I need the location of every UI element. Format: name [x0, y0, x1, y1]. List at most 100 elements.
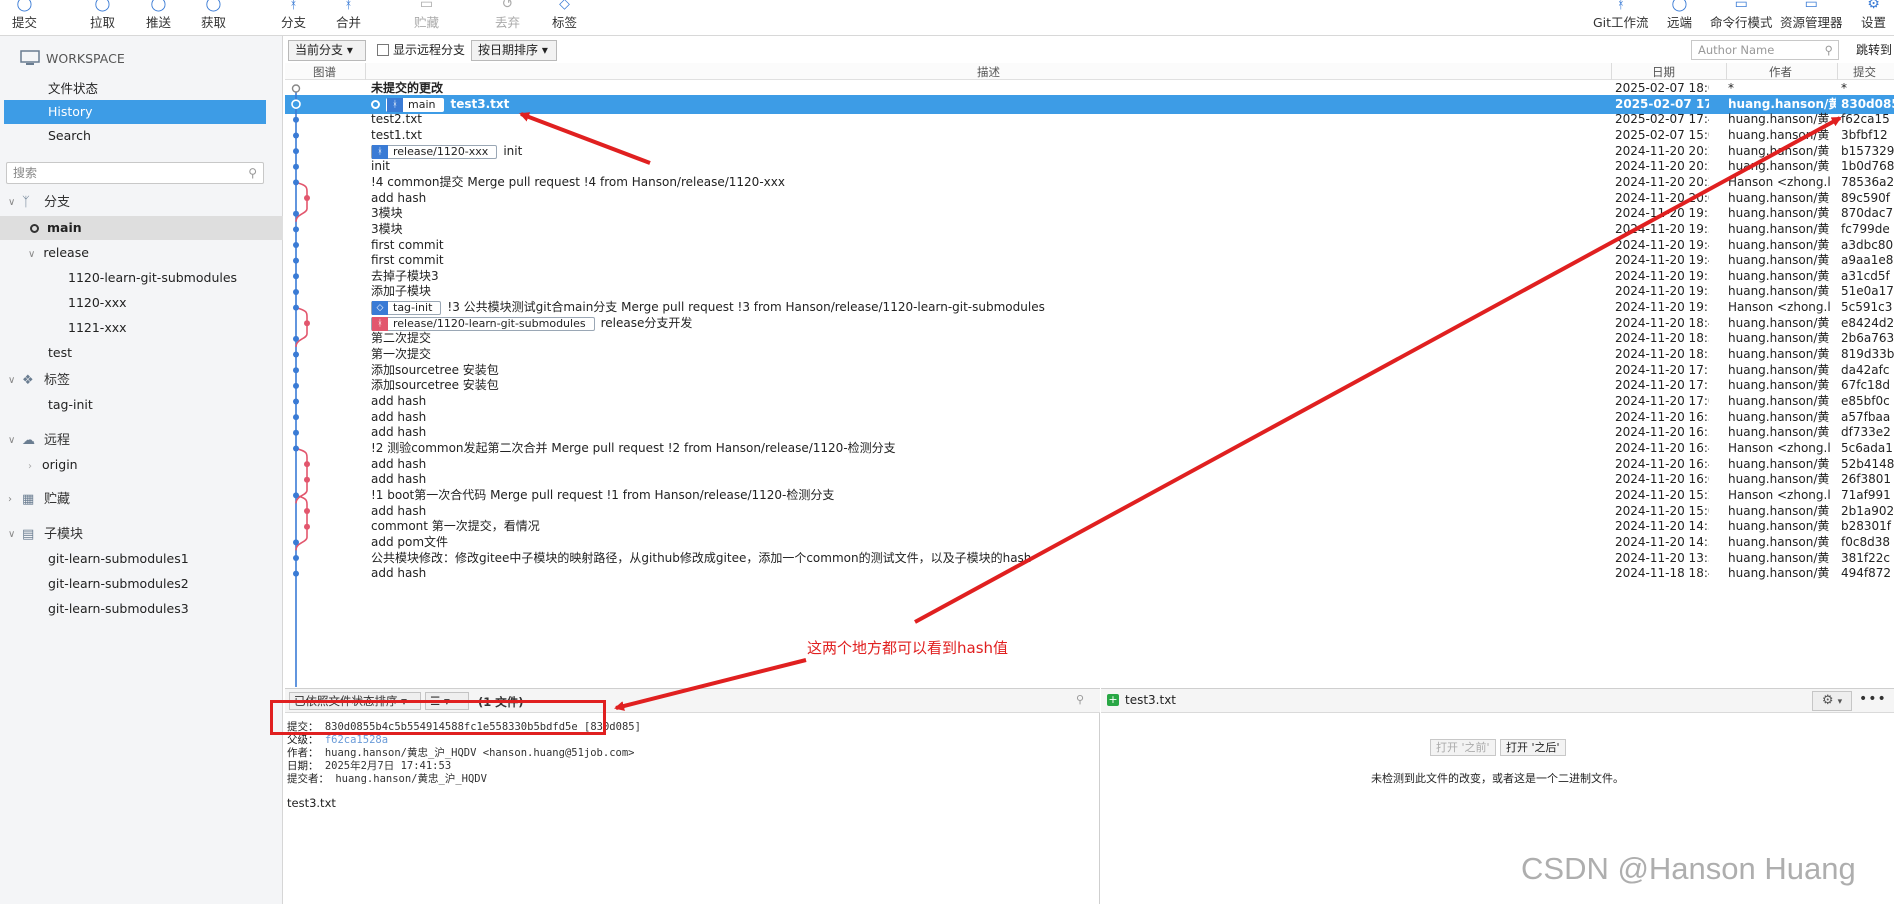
commit-list-header: 图谱 描述 日期 作者 提交: [285, 63, 1894, 80]
section-remotes[interactable]: ∨ ☁ 远程: [8, 429, 70, 453]
toolbar-button-explorer[interactable]: ▭ 资源管理器: [1780, 0, 1843, 36]
search-icon: ⚲: [248, 166, 257, 180]
diff-file-name: test3.txt: [1125, 693, 1177, 707]
sort-order-select[interactable]: 按日期排序 ▾: [471, 40, 557, 61]
commit-row[interactable]: add hash 2024-11-18 18:45 huang.hanson/黄 49…: [285, 564, 1894, 583]
column-divider[interactable]: [1837, 63, 1838, 80]
workspace-header: WORKSPACE: [20, 48, 125, 68]
toolbar-button-fetch[interactable]: ◯ 获取: [201, 0, 226, 36]
toolbar-button-terminal[interactable]: ▭ 命令行模式: [1710, 0, 1773, 36]
graph-node: [304, 523, 310, 530]
branch-item-main[interactable]: main: [0, 216, 283, 240]
graph-node: [293, 492, 299, 499]
committer-value: huang.hanson/黄忠_沪_HQDV: [335, 773, 487, 785]
section-stash[interactable]: › ▦ 贮藏: [8, 488, 70, 512]
settings-icon: ⚙: [1867, 0, 1880, 12]
open-before-button[interactable]: 打开 '之前': [1430, 739, 1496, 756]
chevron-right-icon: ›: [28, 461, 32, 472]
column-commit[interactable]: 提交: [1853, 64, 1876, 80]
graph-node: [293, 116, 299, 123]
toolbar-button-branch[interactable]: ᚼ 分支: [281, 0, 306, 36]
chevron-down-icon: ∨: [8, 197, 16, 208]
more-options-icon[interactable]: •••: [1859, 691, 1887, 707]
graph-node: [293, 414, 299, 421]
search-icon[interactable]: ⚲: [1076, 693, 1084, 706]
graph-node: [293, 351, 299, 358]
commit-list: 未提交的更改2025-02-07 18:08**ᚼmaintest3.txt20…: [285, 81, 1894, 687]
graph-node-uncommitted: [291, 84, 301, 93]
sidebar-search-input[interactable]: 搜索 ⚲: [6, 162, 264, 184]
open-after-button[interactable]: 打开 '之后': [1500, 739, 1566, 756]
section-submodules[interactable]: ∨ ▤ 子模块: [8, 523, 83, 547]
author-filter-input[interactable]: Author Name ⚲: [1691, 40, 1839, 60]
toolbar-button-merge[interactable]: ᚼ 合并: [336, 0, 361, 36]
column-author[interactable]: 作者: [1769, 64, 1792, 80]
branch-item-test[interactable]: test: [0, 341, 283, 365]
commit-hash: 494f872: [1841, 566, 1892, 580]
current-branch-icon: [30, 224, 39, 233]
cloud-icon: ☁: [22, 433, 35, 448]
chevron-down-icon: ∨: [8, 435, 16, 446]
chevron-down-icon: ▾: [541, 43, 548, 57]
toolbar-button-stash[interactable]: ▭ 贮藏: [414, 0, 439, 36]
branch-filter-select[interactable]: 当前分支 ▾: [288, 40, 366, 61]
section-tags[interactable]: ∨ ❖ 标签: [8, 369, 70, 393]
column-graph[interactable]: 图谱: [313, 64, 336, 80]
toolbar-button-tag[interactable]: ◇ 标签: [552, 0, 577, 36]
toolbar-button-settings[interactable]: ⚙ 设置: [1861, 0, 1886, 36]
toolbar-button-commit[interactable]: ◯ 提交: [12, 0, 37, 36]
toolbar-button-push[interactable]: ◯ 推送: [146, 0, 171, 36]
toolbar-button-gitflow[interactable]: ᚼ Git工作流: [1593, 0, 1649, 36]
show-remote-label: 显示远程分支: [393, 43, 466, 57]
toolbar-button-label: 获取: [201, 15, 227, 30]
jump-to-label[interactable]: 跳转到: [1856, 41, 1892, 58]
toolbar-button-pull[interactable]: ◯ 拉取: [90, 0, 115, 36]
chevron-down-icon: ∨: [28, 249, 36, 260]
graph-node: [293, 555, 299, 561]
ref-label[interactable]: ◇ tag-init: [371, 300, 442, 315]
toolbar-button-remote[interactable]: ◯ 远端: [1667, 0, 1692, 36]
commit-message: test3.txt: [287, 796, 336, 810]
graph-node: [304, 461, 310, 468]
show-remote-checkbox[interactable]: 显示远程分支: [377, 40, 465, 61]
graph-node: [293, 570, 299, 577]
sidebar-search-placeholder: 搜索: [13, 166, 38, 180]
remote-item-origin[interactable]: › origin: [0, 453, 283, 477]
submodule-item-3[interactable]: git-learn-submodules3: [0, 597, 283, 621]
monitor-icon: [20, 50, 40, 65]
gear-icon[interactable]: ⚙ ▾: [1812, 691, 1852, 711]
submodule-item-1[interactable]: git-learn-submodules1: [0, 547, 283, 571]
graph-node: [304, 320, 310, 327]
ref-label-text: tag-init: [393, 300, 433, 314]
chevron-down-icon: ∨: [8, 375, 16, 386]
column-description[interactable]: 描述: [977, 64, 1000, 80]
column-divider[interactable]: [1611, 63, 1612, 80]
graph-node: [293, 398, 299, 405]
column-divider[interactable]: [365, 63, 366, 80]
branch-item-1120-xxx[interactable]: 1120-xxx: [0, 291, 283, 315]
stash-icon: ▦: [22, 492, 35, 507]
head-indicator-icon: [371, 100, 380, 109]
sidebar-item-history[interactable]: History: [4, 100, 266, 124]
graph-node: [293, 367, 299, 374]
graph-node: [304, 476, 310, 483]
branch-icon: ᛉ: [22, 195, 30, 210]
graph-node: [293, 210, 299, 217]
branch-item-1121-xxx[interactable]: 1121-xxx: [0, 316, 283, 340]
column-divider[interactable]: [1726, 63, 1727, 80]
branch-filter-value: 当前分支: [295, 43, 344, 57]
commit-message-text: add hash: [371, 566, 427, 580]
remote-label: origin: [42, 457, 78, 472]
annotation-text: 这两个地方都可以看到hash值: [807, 639, 1009, 657]
section-branches[interactable]: ∨ ᛉ 分支: [8, 191, 70, 215]
sidebar-item-file-status[interactable]: 文件状态: [4, 77, 266, 101]
graph-node: [293, 132, 299, 139]
tag-item-tag-init[interactable]: tag-init: [0, 393, 283, 417]
toolbar-button-discard[interactable]: ↺ 丢弃: [495, 0, 520, 36]
submodule-item-2[interactable]: git-learn-submodules2: [0, 572, 283, 596]
branch-folder-release[interactable]: ∨ release: [0, 241, 283, 265]
sidebar-item-search[interactable]: Search: [4, 124, 266, 148]
branch-item-1120-learn-git-submodules[interactable]: 1120-learn-git-submodules: [0, 266, 283, 290]
column-date[interactable]: 日期: [1652, 64, 1675, 80]
commit-icon: ◯: [16, 0, 33, 12]
